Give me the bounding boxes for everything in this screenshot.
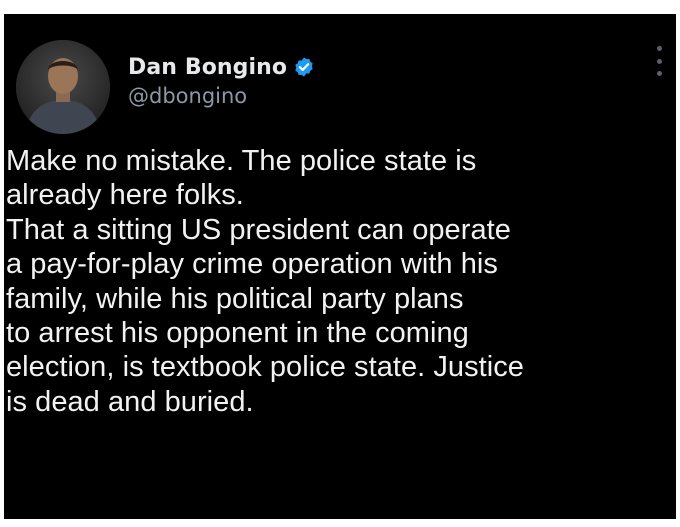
tweet-line: family, while his political party plans (6, 282, 464, 315)
more-dot (656, 46, 662, 51)
tweet-line: is dead and buried. (6, 385, 254, 418)
more-dot (656, 58, 662, 64)
tweet-line: to arrest his opponent in the coming (6, 317, 469, 350)
tweet-card: Dan Bongino @dbongino Make no mistake. T… (4, 14, 676, 519)
tweet-line: already here folks. (6, 179, 244, 212)
tweet-text: Make no mistake. The police state is alr… (6, 144, 674, 419)
avatar-image (16, 40, 110, 134)
tweet-line: election, is textbook police state. Just… (6, 351, 524, 384)
avatar[interactable] (16, 40, 110, 134)
more-options-icon[interactable] (654, 44, 664, 78)
tweet-line: That a sitting US president can operate (6, 213, 511, 246)
tweet-line: Make no mistake. The police state is (6, 145, 477, 177)
author-name-row: Dan Bongino (128, 50, 315, 84)
author-handle[interactable]: @dbongino (128, 84, 247, 108)
more-dot (656, 71, 662, 76)
author-name[interactable]: Dan Bongino (128, 55, 287, 80)
tweet-line: a pay-for-play crime operation with his (6, 248, 498, 281)
verified-badge-icon (293, 56, 315, 78)
